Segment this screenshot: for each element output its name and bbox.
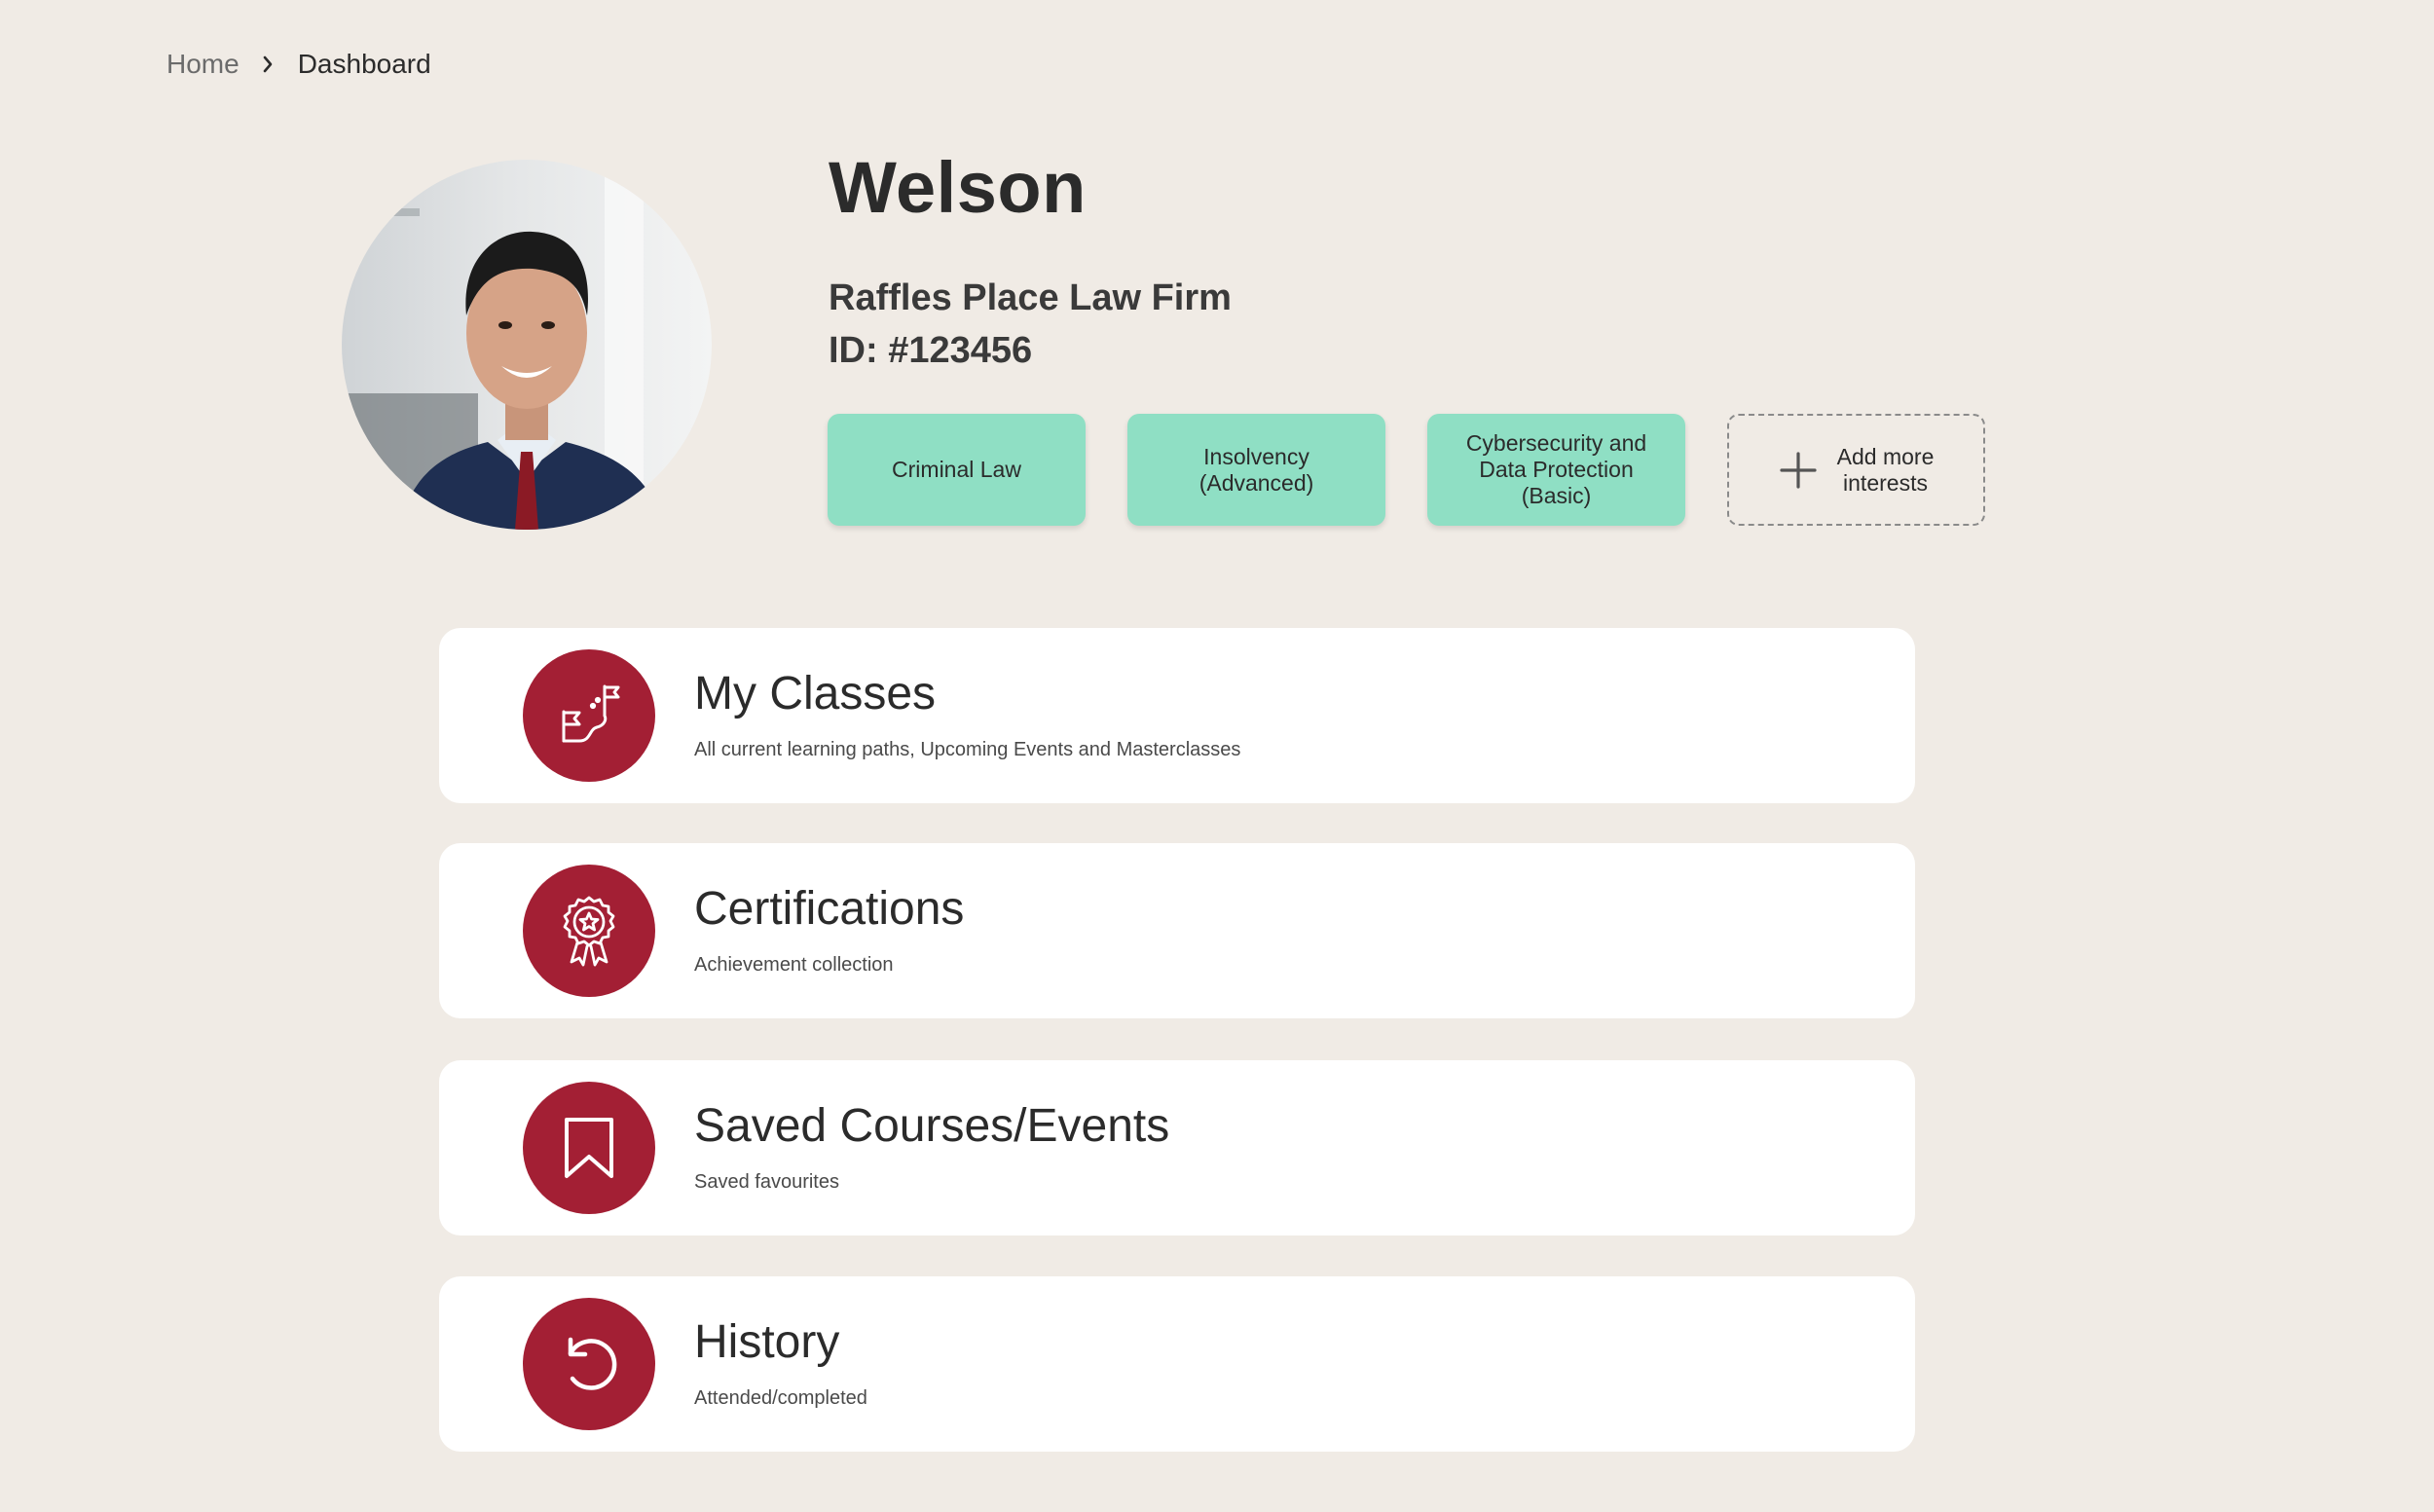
profile-firm: Raffles Place Law Firm	[829, 277, 1232, 318]
add-interests-button[interactable]: Add more interests	[1727, 414, 1985, 526]
card-title: History	[694, 1316, 840, 1368]
interest-chip-label: Cybersecurity and Data Protection (Basic…	[1465, 430, 1647, 508]
card-title: Saved Courses/Events	[694, 1100, 1170, 1152]
user-photo-icon	[342, 160, 712, 530]
card-description: All current learning paths, Upcoming Eve…	[694, 739, 1241, 760]
interest-chip-label: Criminal Law	[892, 457, 1021, 482]
bookmark-icon	[523, 1082, 655, 1214]
card-saved-courses[interactable]: Saved Courses/Events Saved favourites	[439, 1060, 1915, 1235]
interest-chip-insolvency[interactable]: Insolvency (Advanced)	[1127, 414, 1385, 526]
card-history[interactable]: History Attended/completed	[439, 1276, 1915, 1452]
interest-chip-cybersecurity[interactable]: Cybersecurity and Data Protection (Basic…	[1427, 414, 1685, 526]
interest-chip-label: Insolvency (Advanced)	[1199, 443, 1314, 496]
card-my-classes[interactable]: My Classes All current learning paths, U…	[439, 628, 1915, 803]
interest-chip-criminal-law[interactable]: Criminal Law	[828, 414, 1086, 526]
card-description: Saved favourites	[694, 1171, 839, 1193]
profile-name: Welson	[829, 147, 1087, 228]
card-title: My Classes	[694, 668, 937, 719]
card-description: Attended/completed	[694, 1387, 867, 1409]
history-icon	[523, 1298, 655, 1430]
chevron-right-icon	[261, 55, 275, 74]
card-description: Achievement collection	[694, 954, 894, 976]
profile-id: ID: #123456	[829, 330, 1033, 371]
avatar	[342, 160, 712, 530]
plus-icon	[1780, 451, 1817, 489]
breadcrumb: Home Dashboard	[166, 45, 431, 84]
add-interests-label: Add more interests	[1836, 443, 1935, 496]
breadcrumb-current: Dashboard	[297, 49, 431, 79]
interests-list: Criminal Law Insolvency (Advanced) Cyber…	[828, 414, 1985, 526]
card-title: Certifications	[694, 883, 965, 935]
award-ribbon-icon	[523, 865, 655, 997]
card-certifications[interactable]: Certifications Achievement collection	[439, 843, 1915, 1018]
breadcrumb-home-link[interactable]: Home	[166, 49, 240, 80]
path-flags-icon	[523, 649, 655, 782]
